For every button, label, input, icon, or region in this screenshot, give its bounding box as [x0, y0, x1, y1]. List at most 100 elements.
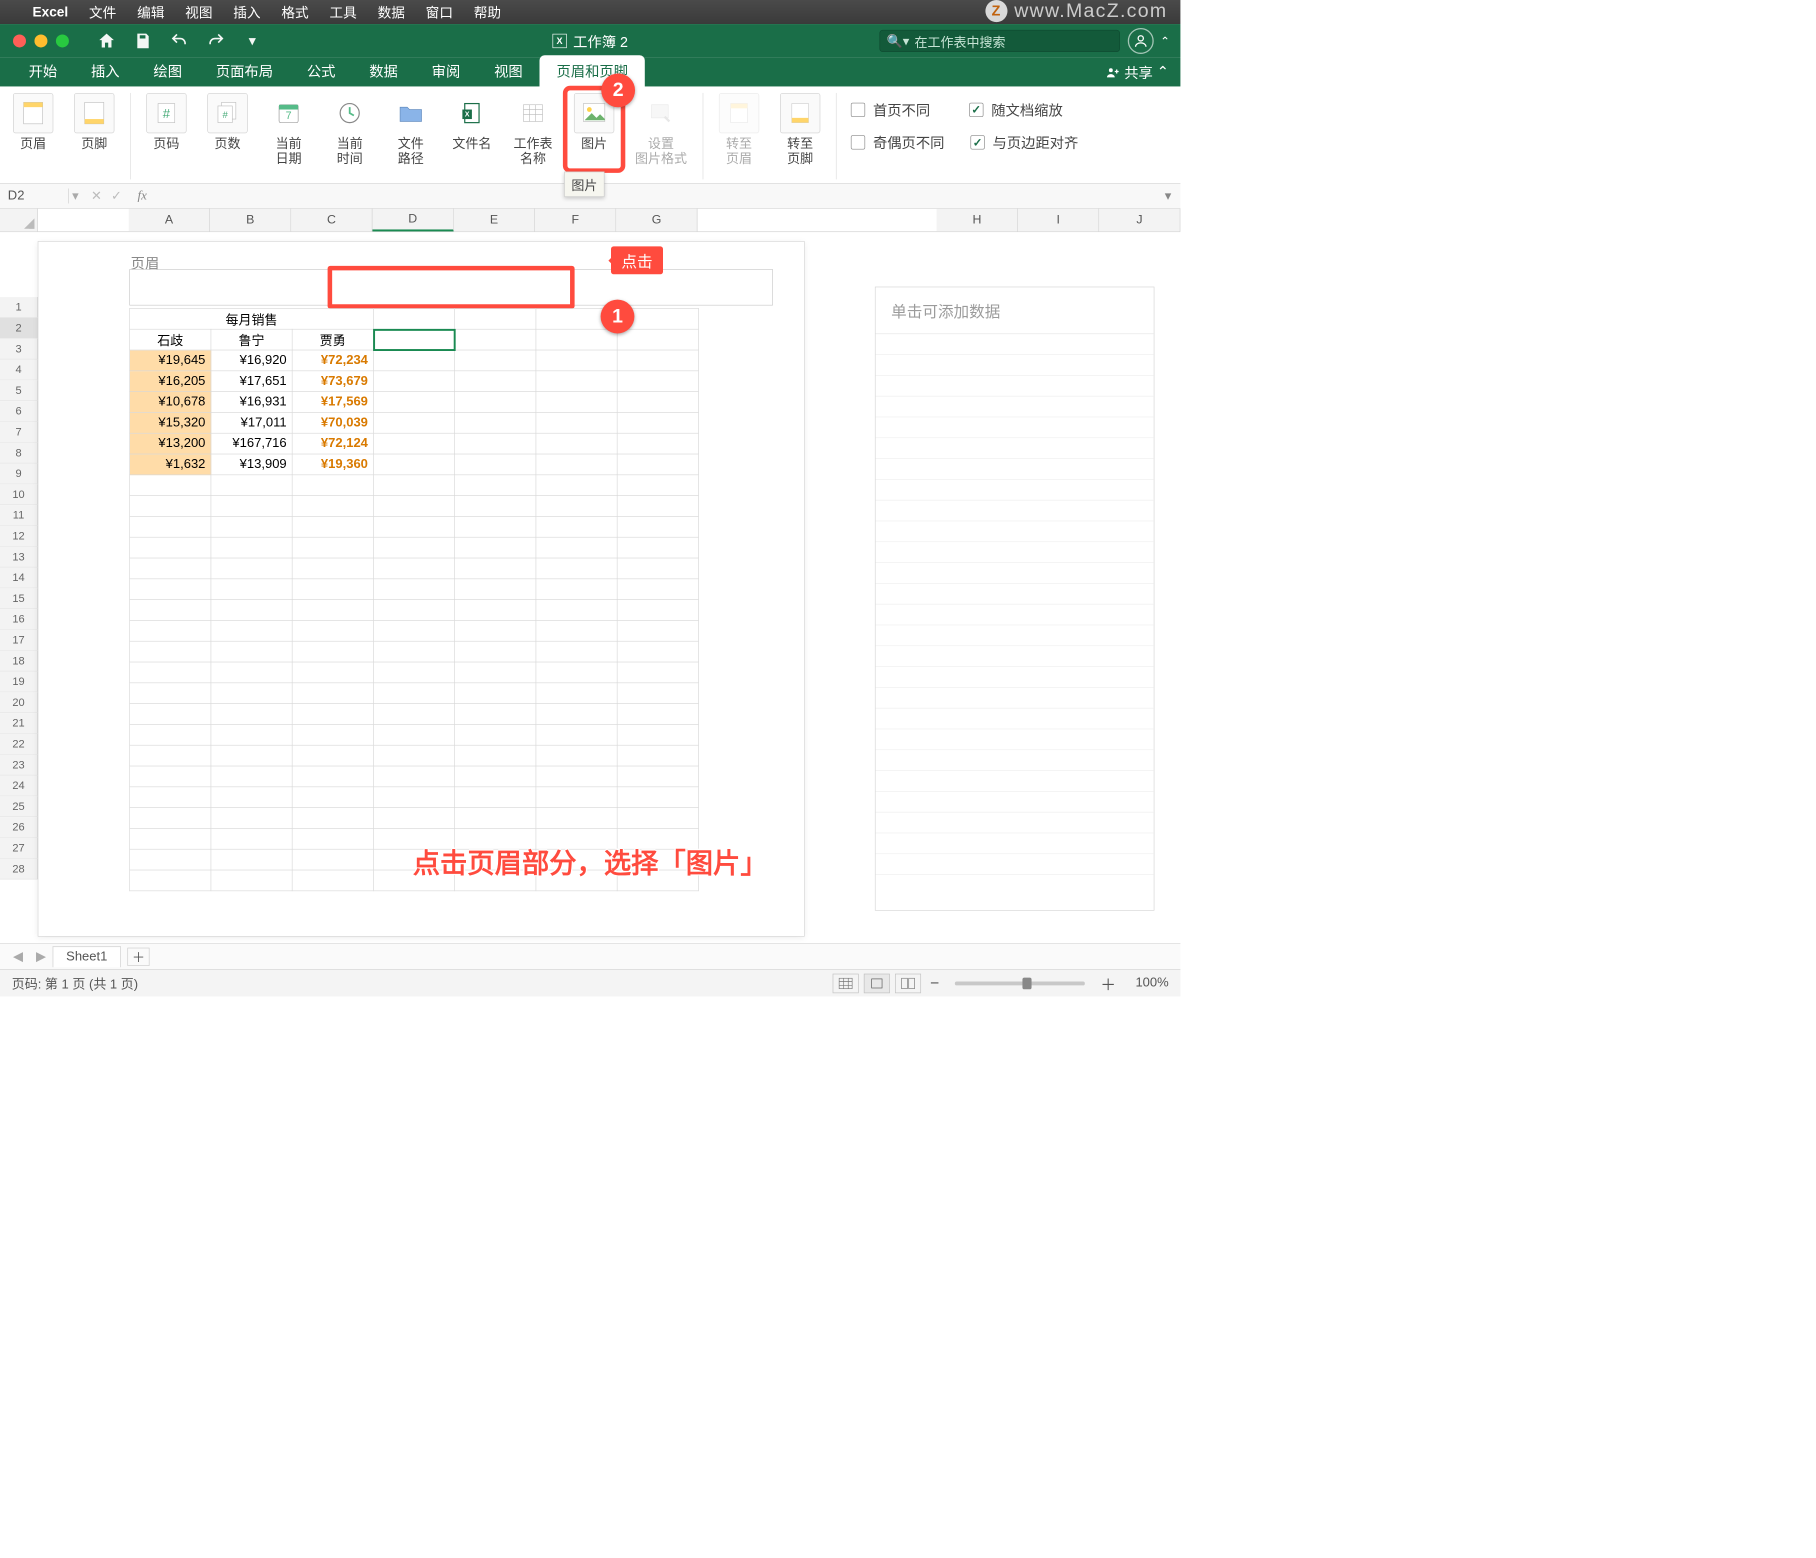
row-6[interactable]: 6 — [0, 401, 38, 422]
col-F[interactable]: F — [535, 209, 616, 232]
col-I[interactable]: I — [1018, 209, 1099, 232]
menu-window[interactable]: 窗口 — [426, 2, 453, 22]
current-date-button[interactable]: 7 当前 日期 — [262, 90, 315, 168]
col-J[interactable]: J — [1099, 209, 1180, 232]
col-G[interactable]: G — [616, 209, 697, 232]
undo-icon[interactable] — [168, 29, 191, 52]
insert-picture-button[interactable]: 图片 2 — [567, 90, 620, 168]
menu-help[interactable]: 帮助 — [474, 2, 501, 22]
row-24[interactable]: 24 — [0, 775, 38, 796]
cancel-formula-icon[interactable]: ✕ — [91, 188, 102, 204]
search-input[interactable]: 🔍▾ 在工作表中搜索 — [879, 30, 1120, 52]
row-17[interactable]: 17 — [0, 630, 38, 651]
tab-draw[interactable]: 绘图 — [137, 55, 199, 86]
row-22[interactable]: 22 — [0, 734, 38, 755]
row-15[interactable]: 15 — [0, 588, 38, 609]
zoom-out-button[interactable]: − — [924, 974, 946, 992]
tab-formulas[interactable]: 公式 — [290, 55, 352, 86]
zoom-in-button[interactable]: ＋ — [1094, 972, 1123, 995]
col-C[interactable]: C — [291, 209, 372, 232]
row-13[interactable]: 13 — [0, 547, 38, 568]
row-8[interactable]: 8 — [0, 443, 38, 464]
close-window-button[interactable] — [13, 34, 26, 47]
row-4[interactable]: 4 — [0, 359, 38, 380]
namebox-dropdown-icon[interactable]: ▾ — [69, 188, 82, 204]
row-18[interactable]: 18 — [0, 651, 38, 672]
view-normal-icon[interactable] — [833, 973, 859, 993]
customize-qat-icon[interactable]: ▾ — [240, 29, 263, 52]
row-20[interactable]: 20 — [0, 692, 38, 713]
row-25[interactable]: 25 — [0, 796, 38, 817]
fx-icon[interactable]: fx — [131, 189, 147, 204]
minimize-window-button[interactable] — [34, 34, 47, 47]
col-E[interactable]: E — [454, 209, 535, 232]
row-19[interactable]: 19 — [0, 671, 38, 692]
current-time-button[interactable]: 当前 时间 — [323, 90, 376, 168]
row-21[interactable]: 21 — [0, 713, 38, 734]
tab-view[interactable]: 视图 — [477, 55, 539, 86]
user-account-icon[interactable] — [1128, 28, 1154, 54]
select-all-button[interactable] — [0, 209, 38, 232]
header-left-box[interactable] — [129, 269, 330, 305]
add-sheet-button[interactable]: ＋ — [128, 947, 150, 965]
save-icon[interactable] — [131, 29, 154, 52]
header-right-box[interactable] — [571, 269, 773, 305]
goto-footer-button[interactable]: 转至 页脚 — [774, 90, 827, 168]
row-23[interactable]: 23 — [0, 755, 38, 776]
col-D[interactable]: D — [372, 209, 453, 232]
cells-region[interactable]: 每月销售石歧鲁宁贾勇¥19,645¥16,920¥72,234¥16,205¥1… — [129, 308, 779, 891]
menu-edit[interactable]: 编辑 — [137, 2, 164, 22]
account-dropdown-icon[interactable]: ⌃ — [1160, 34, 1170, 48]
zoom-level[interactable]: 100% — [1122, 976, 1168, 991]
check-diff-first[interactable]: 首页不同 — [851, 99, 930, 120]
file-name-button[interactable]: X 文件名 — [445, 90, 498, 168]
row-12[interactable]: 12 — [0, 526, 38, 547]
tab-nav-next-icon[interactable]: ▶ — [30, 948, 53, 964]
col-A[interactable]: A — [129, 209, 210, 232]
row-11[interactable]: 11 — [0, 505, 38, 526]
col-B[interactable]: B — [210, 209, 291, 232]
zoom-slider[interactable] — [955, 981, 1085, 985]
row-2[interactable]: 2 — [0, 318, 38, 339]
expand-formula-bar-icon[interactable]: ▾ — [1156, 188, 1181, 204]
home-icon[interactable] — [95, 29, 118, 52]
check-align-margins[interactable]: 与页边距对齐 — [970, 132, 1078, 153]
menu-data[interactable]: 数据 — [378, 2, 405, 22]
row-5[interactable]: 5 — [0, 380, 38, 401]
menu-file[interactable]: 文件 — [89, 2, 116, 22]
page-number-button[interactable]: # 页码 — [140, 90, 193, 168]
menu-format[interactable]: 格式 — [281, 2, 308, 22]
name-box[interactable]: D2 — [0, 189, 69, 204]
row-14[interactable]: 14 — [0, 567, 38, 588]
app-name[interactable]: Excel — [33, 4, 69, 20]
header-button[interactable]: 页眉 — [7, 90, 60, 153]
check-scale-doc[interactable]: 随文档缩放 — [969, 99, 1063, 120]
file-path-button[interactable]: 文件 路径 — [384, 90, 437, 168]
zoom-window-button[interactable] — [56, 34, 69, 47]
page-count-button[interactable]: # 页数 — [201, 90, 254, 168]
share-button[interactable]: 共享 ⌃ — [1105, 62, 1169, 83]
tab-review[interactable]: 审阅 — [415, 55, 477, 86]
row-9[interactable]: 9 — [0, 463, 38, 484]
row-7[interactable]: 7 — [0, 422, 38, 443]
header-center-box[interactable] — [331, 269, 572, 305]
row-16[interactable]: 16 — [0, 609, 38, 630]
tab-data[interactable]: 数据 — [352, 55, 414, 86]
footer-button[interactable]: 页脚 — [68, 90, 121, 153]
row-26[interactable]: 26 — [0, 817, 38, 838]
tab-insert[interactable]: 插入 — [74, 55, 136, 86]
tab-nav-prev-icon[interactable]: ◀ — [7, 948, 30, 964]
tab-home[interactable]: 开始 — [12, 55, 74, 86]
sheet-name-button[interactable]: 工作表 名称 — [506, 90, 559, 168]
menu-insert[interactable]: 插入 — [233, 2, 260, 22]
view-pagebreak-icon[interactable] — [895, 973, 921, 993]
right-panel-placeholder[interactable]: 单击可添加数据 — [876, 287, 1154, 334]
check-diff-oddeven[interactable]: 奇偶页不同 — [851, 132, 945, 153]
view-pagelayout-icon[interactable] — [864, 973, 890, 993]
menu-view[interactable]: 视图 — [185, 2, 212, 22]
sheet-tab-1[interactable]: Sheet1 — [53, 946, 122, 967]
row-10[interactable]: 10 — [0, 484, 38, 505]
row-3[interactable]: 3 — [0, 339, 38, 360]
menu-tools[interactable]: 工具 — [329, 2, 356, 22]
tab-pagelayout[interactable]: 页面布局 — [199, 55, 290, 86]
